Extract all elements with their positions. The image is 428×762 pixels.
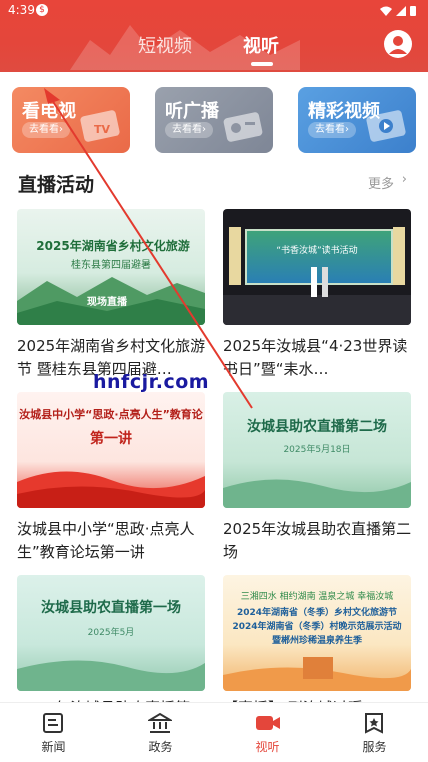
- news-icon: [43, 713, 63, 733]
- nav-label: 视听: [255, 740, 280, 754]
- nav-government[interactable]: 政务: [107, 703, 214, 762]
- nav-services[interactable]: 服务: [321, 703, 428, 762]
- nav-label: 政务: [148, 740, 173, 754]
- nav-label: 服务: [362, 740, 387, 754]
- nav-news[interactable]: 新闻: [0, 703, 107, 762]
- signal-icon: [396, 6, 406, 16]
- system-icons: [378, 4, 418, 20]
- nav-audiovisual[interactable]: 视听: [214, 703, 321, 762]
- video-camera-icon: [256, 716, 280, 730]
- battery-icon: [410, 6, 416, 16]
- services-star-icon: [365, 713, 383, 734]
- wifi-icon: [380, 6, 392, 16]
- bottom-nav: 新闻 政务 视听 服务: [0, 702, 428, 762]
- annotation-arrow-icon: [44, 88, 253, 409]
- notification-icon: $: [36, 4, 48, 16]
- government-building-icon: [148, 712, 172, 733]
- nav-label: 新闻: [41, 740, 66, 754]
- status-bar: 4:39 $: [0, 0, 428, 22]
- status-time: 4:39: [8, 3, 35, 17]
